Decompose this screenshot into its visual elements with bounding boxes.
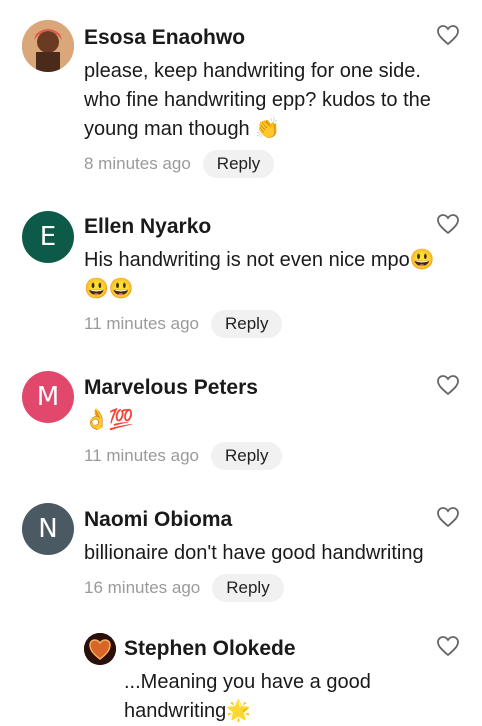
- avatar-initial: E: [39, 222, 57, 252]
- like-heart-icon[interactable]: [436, 635, 460, 657]
- avatar[interactable]: [84, 633, 116, 665]
- profile-photo-icon: [84, 633, 116, 665]
- commenter-name[interactable]: Naomi Obioma: [84, 508, 232, 532]
- avatar-initial: N: [38, 514, 58, 544]
- reply-button[interactable]: Reply: [210, 442, 283, 470]
- like-heart-icon[interactable]: [436, 213, 460, 235]
- avatar[interactable]: [22, 20, 74, 72]
- reply-button[interactable]: Reply: [210, 310, 283, 338]
- comment-timestamp: 8 minutes ago: [84, 154, 191, 173]
- like-heart-icon[interactable]: [436, 24, 460, 46]
- comment-text: ...Meaning you have a good handwriting🌟: [124, 671, 371, 722]
- comment-text: 👌💯: [84, 407, 134, 431]
- like-heart-icon[interactable]: [436, 374, 460, 396]
- comment-meta: 8 minutes ago Reply: [84, 150, 275, 178]
- comment-meta: 16 minutes ago Reply: [84, 574, 284, 602]
- comment-timestamp: 11 minutes ago: [84, 446, 199, 465]
- comment-text: please, keep handwriting for one side. w…: [84, 60, 431, 140]
- avatar[interactable]: M: [22, 371, 74, 423]
- avatar[interactable]: N: [22, 503, 74, 555]
- like-heart-icon[interactable]: [436, 506, 460, 528]
- comment-meta: 11 minutes ago Reply: [84, 442, 283, 470]
- reply-button[interactable]: Reply: [212, 574, 284, 602]
- profile-photo-icon: [22, 20, 74, 72]
- comment-timestamp: 11 minutes ago: [84, 314, 199, 333]
- commenter-name[interactable]: Marvelous Peters: [84, 376, 258, 400]
- commenter-name[interactable]: Ellen Nyarko: [84, 215, 211, 239]
- comment-text: billionaire don't have good handwriting: [84, 542, 424, 564]
- avatar[interactable]: E: [22, 211, 74, 263]
- comment-meta: 11 minutes ago Reply: [84, 310, 283, 338]
- commenter-name[interactable]: Stephen Olokede: [124, 637, 296, 661]
- comment-text: His handwriting is not even nice mpo😃😃😃: [84, 249, 435, 300]
- comment-timestamp: 16 minutes ago: [84, 578, 201, 597]
- reply-button[interactable]: Reply: [202, 150, 275, 178]
- commenter-name[interactable]: Esosa Enaohwo: [84, 26, 245, 50]
- avatar-initial: M: [36, 382, 60, 412]
